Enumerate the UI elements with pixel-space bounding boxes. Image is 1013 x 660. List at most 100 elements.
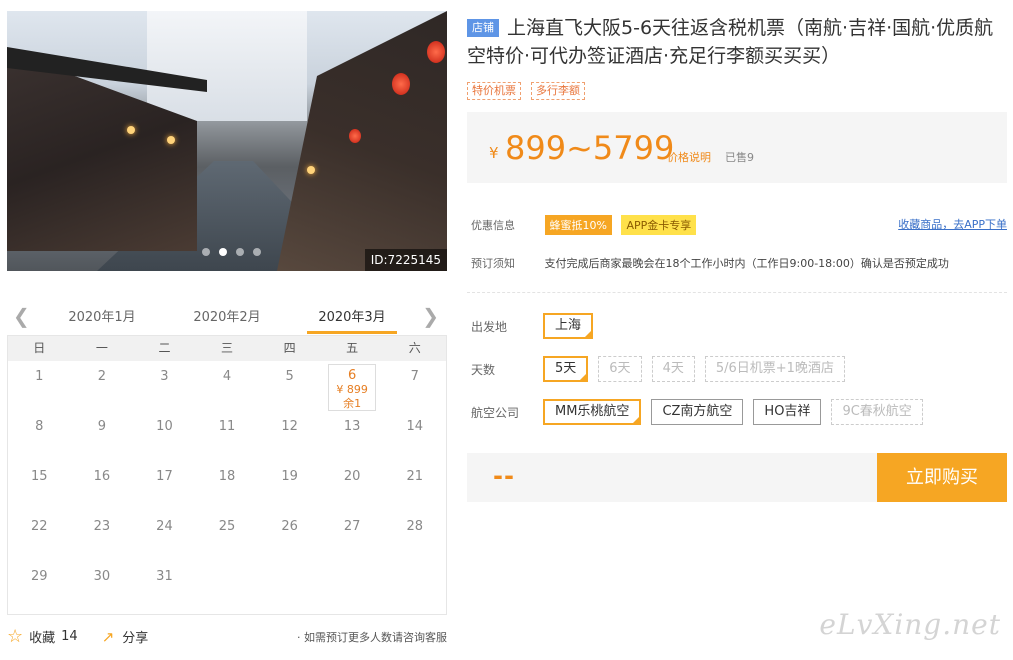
calendar-day: 1: [35, 369, 44, 384]
weekday-label: 日: [33, 341, 46, 355]
product-image[interactable]: ID:7225145: [7, 11, 447, 271]
buy-bar: -- 立即购买: [467, 453, 1007, 502]
airline-row: 航空公司 MM乐桃航空 CZ南方航空 HO吉祥 9C春秋航空: [471, 399, 933, 425]
lamp-icon: [167, 136, 175, 144]
calendar-day: 8: [35, 419, 44, 434]
month-tab-active[interactable]: 2020年3月: [307, 306, 397, 325]
weekday-label: 五: [346, 341, 359, 355]
star-icon[interactable]: ☆: [7, 626, 23, 647]
calendar-day: 28: [406, 519, 424, 534]
calendar-day: [258, 561, 321, 611]
month-tab[interactable]: 2020年2月: [182, 306, 272, 325]
days-option[interactable]: 5/6日机票+1晚酒店: [704, 356, 845, 382]
promo-row: 优惠信息 蜂蜜抵10% APP金卡专享: [471, 215, 697, 235]
airline-label: 航空公司: [471, 405, 520, 420]
selected-day-price: ¥ 899: [336, 383, 368, 396]
favorite-count: 14: [61, 629, 78, 644]
days-option-selected[interactable]: 5天: [543, 356, 589, 382]
notice-text: 支付完成后商家最晚会在18个工作小时内（工作日9:00-18:00）确认是否预定…: [544, 257, 949, 270]
carousel-dot-active[interactable]: [219, 248, 227, 256]
calendar-week: 1 2 3 4 5 6 ¥ 899 余1 7: [8, 361, 446, 411]
calendar-day: [383, 561, 446, 611]
carousel-dots: [202, 248, 261, 256]
calendar-day: 2: [97, 369, 106, 384]
lantern-icon: [392, 73, 410, 95]
calendar-day: [196, 561, 259, 611]
collect-app-link[interactable]: 收藏商品，去APP下单: [898, 216, 1007, 232]
calendar-day: 31: [156, 569, 173, 584]
calendar-day: 18: [218, 469, 236, 484]
next-month-arrow-icon[interactable]: ❯: [422, 304, 439, 328]
prev-month-arrow-icon[interactable]: ❮: [13, 304, 30, 328]
calendar-day: 7: [410, 369, 419, 384]
calendar-day: 29: [31, 569, 48, 584]
month-tab[interactable]: 2020年1月: [57, 306, 147, 325]
calendar-week: 15 16 17 18 19 20 21: [8, 461, 446, 511]
price-range: 899~5799: [505, 129, 675, 167]
calendar-day: 16: [93, 469, 111, 484]
promo-badge-app: APP金卡专享: [621, 215, 697, 235]
calendar-day: 4: [222, 369, 232, 384]
share-icon[interactable]: ↗: [102, 628, 115, 646]
price-box: ¥ 899~5799 价格说明 已售9: [467, 112, 1007, 183]
days-row: 天数 5天 6天 4天 5/6日机票+1晚酒店: [471, 356, 855, 382]
calendar-day: 19: [281, 469, 298, 484]
section-divider: [467, 292, 1007, 293]
calendar-week: 29 30 31: [8, 561, 446, 611]
shop-badge: 店铺: [467, 19, 499, 37]
calendar-day: 10: [156, 419, 173, 434]
calendar-month-nav: ❮ 2020年1月 2020年2月 2020年3月 ❯: [7, 300, 447, 334]
image-sky: [147, 11, 307, 121]
favorite-label[interactable]: 收藏: [29, 627, 55, 646]
calendar-day: 21: [406, 469, 424, 484]
calendar-week: 8 9 10 11 12 13 14: [8, 411, 446, 461]
carousel-dot[interactable]: [202, 248, 210, 256]
calendar-day: 12: [281, 419, 298, 434]
price-explain-link[interactable]: 价格说明: [667, 149, 711, 165]
carousel-dot[interactable]: [236, 248, 244, 256]
product-title: 店铺 上海直飞大阪5-6天往返含税机票（南航·吉祥·国航·优质航空特价·可代办签证…: [467, 14, 1012, 70]
selected-day-box[interactable]: 6 ¥ 899 余1: [327, 364, 377, 411]
weekday-label: 三: [221, 341, 234, 355]
calendar-day: 30: [93, 569, 111, 584]
calendar-day: [321, 561, 384, 611]
days-label: 天数: [471, 362, 496, 377]
days-option[interactable]: 6天: [598, 356, 642, 382]
calendar-day: 14: [406, 419, 424, 434]
share-label[interactable]: 分享: [122, 627, 148, 646]
watermark-logo: eLvXing.net: [819, 608, 1001, 641]
calendar-day: 9: [97, 419, 106, 434]
product-actions: ☆ 收藏 14 ↗ 分享 · 如需预订更多人数请咨询客服: [7, 626, 447, 647]
calendar-day: 27: [343, 519, 361, 534]
carousel-dot[interactable]: [253, 248, 261, 256]
weekday-label: 六: [408, 341, 421, 355]
calendar-day-selected[interactable]: 6 ¥ 899 余1: [321, 361, 384, 411]
product-tag: 多行李额: [531, 82, 585, 100]
weekday-label: 四: [283, 341, 296, 355]
days-option[interactable]: 4天: [651, 356, 695, 382]
product-tag: 特价机票: [467, 82, 521, 100]
currency-symbol: ¥: [489, 144, 499, 162]
selected-day-number: 6: [348, 368, 357, 383]
calendar-day: 22: [31, 519, 48, 534]
promo-badge-honey: 蜂蜜抵10%: [544, 215, 612, 235]
weekday-label: 二: [158, 341, 171, 355]
promo-label: 优惠信息: [471, 219, 515, 232]
calendar-day: 25: [218, 519, 236, 534]
active-month-underline: [307, 331, 397, 334]
departure-option-selected[interactable]: 上海: [543, 313, 594, 339]
calendar-day: 13: [343, 419, 361, 434]
buy-now-button[interactable]: 立即购买: [877, 453, 1007, 502]
sold-count: 已售9: [725, 151, 754, 164]
calendar-day: 5: [285, 369, 294, 384]
airline-option-selected[interactable]: MM乐桃航空: [543, 399, 642, 425]
airline-option[interactable]: HO吉祥: [753, 399, 822, 425]
airline-option[interactable]: 9C春秋航空: [831, 399, 923, 425]
contact-note: · 如需预订更多人数请咨询客服: [297, 630, 447, 644]
calendar-day: 26: [281, 519, 298, 534]
calendar-day: 17: [156, 469, 173, 484]
notice-label: 预订须知: [471, 257, 515, 270]
calendar-day: 23: [93, 519, 111, 534]
airline-option[interactable]: CZ南方航空: [651, 399, 744, 425]
calendar-day: 24: [156, 519, 173, 534]
